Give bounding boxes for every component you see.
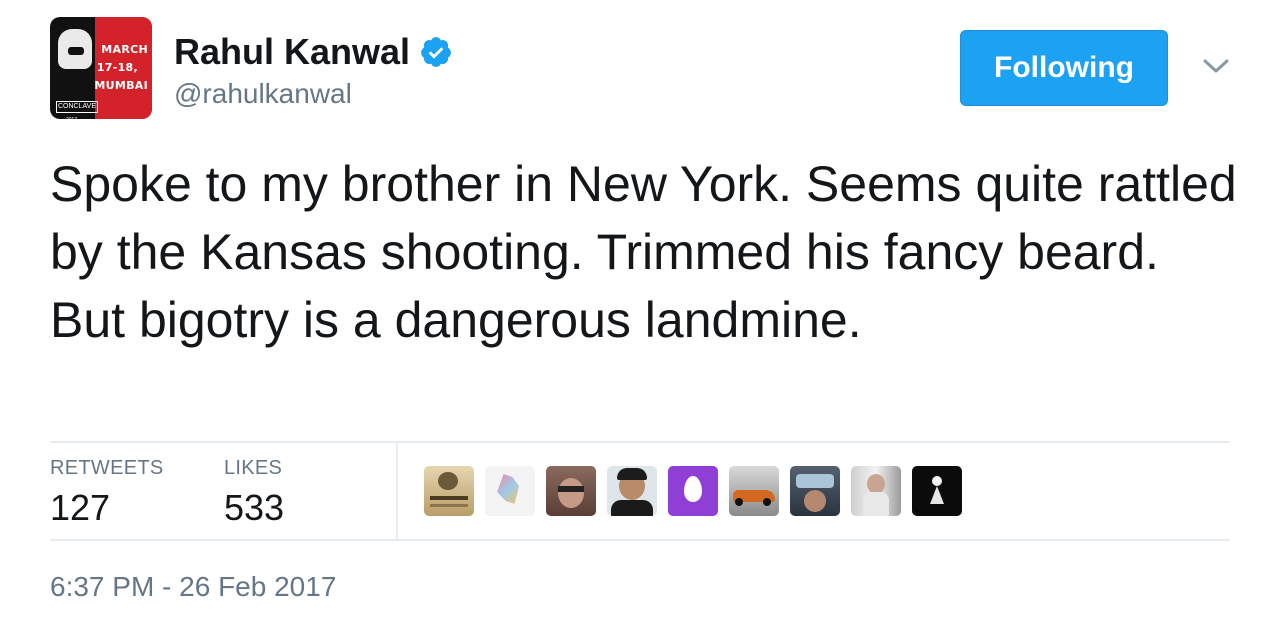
liker-avatar-8[interactable] [851, 466, 901, 516]
likes-count: 533 [224, 487, 285, 528]
liker-avatar-5-egg[interactable] [668, 466, 718, 516]
stats-bottom-divider [50, 539, 1230, 541]
liker-avatar-9[interactable] [912, 466, 962, 516]
author-handle[interactable]: @rahulkanwal [174, 78, 352, 110]
retweets-label: RETWEETS [50, 457, 164, 479]
liker-avatar-6[interactable] [729, 466, 779, 516]
author-name-row[interactable]: Rahul Kanwal [174, 32, 453, 72]
liker-avatar-1[interactable] [424, 466, 474, 516]
chevron-down-icon[interactable] [1200, 50, 1232, 82]
liker-avatar-7[interactable] [790, 466, 840, 516]
avatar-face [58, 29, 92, 69]
tweet-timestamp[interactable]: 6:37 PM - 26 Feb 2017 [50, 570, 336, 604]
retweets-count: 127 [50, 487, 111, 528]
avatar-month-text: MARCH [101, 43, 148, 56]
liker-avatar-2[interactable] [485, 466, 535, 516]
avatar-brand-text: CONCLAVE [56, 101, 98, 113]
tweet-text: Spoke to my brother in New York. Seems q… [50, 156, 1237, 348]
retweets-stat[interactable]: RETWEETS 127 [50, 456, 164, 530]
profile-avatar[interactable]: MARCH 17-18, MUMBAI CONCLAVE 2017 [50, 17, 152, 119]
avatar-year-text: 2017 [66, 117, 77, 119]
likes-stat[interactable]: LIKES 533 [224, 456, 284, 530]
avatar-dates-text: 17-18, [96, 61, 138, 74]
author-name[interactable]: Rahul Kanwal [174, 32, 410, 72]
likers-avatar-list [424, 466, 973, 516]
stats-top-divider [50, 441, 1230, 443]
verified-badge-icon [421, 37, 451, 67]
avatar-city-text: MUMBAI [94, 79, 148, 92]
liker-avatar-3[interactable] [546, 466, 596, 516]
stats-vertical-divider [396, 443, 398, 539]
chevron-down-glyph [1203, 59, 1229, 73]
following-button[interactable]: Following [960, 30, 1168, 106]
liker-avatar-4[interactable] [607, 466, 657, 516]
likes-label: LIKES [224, 457, 283, 479]
